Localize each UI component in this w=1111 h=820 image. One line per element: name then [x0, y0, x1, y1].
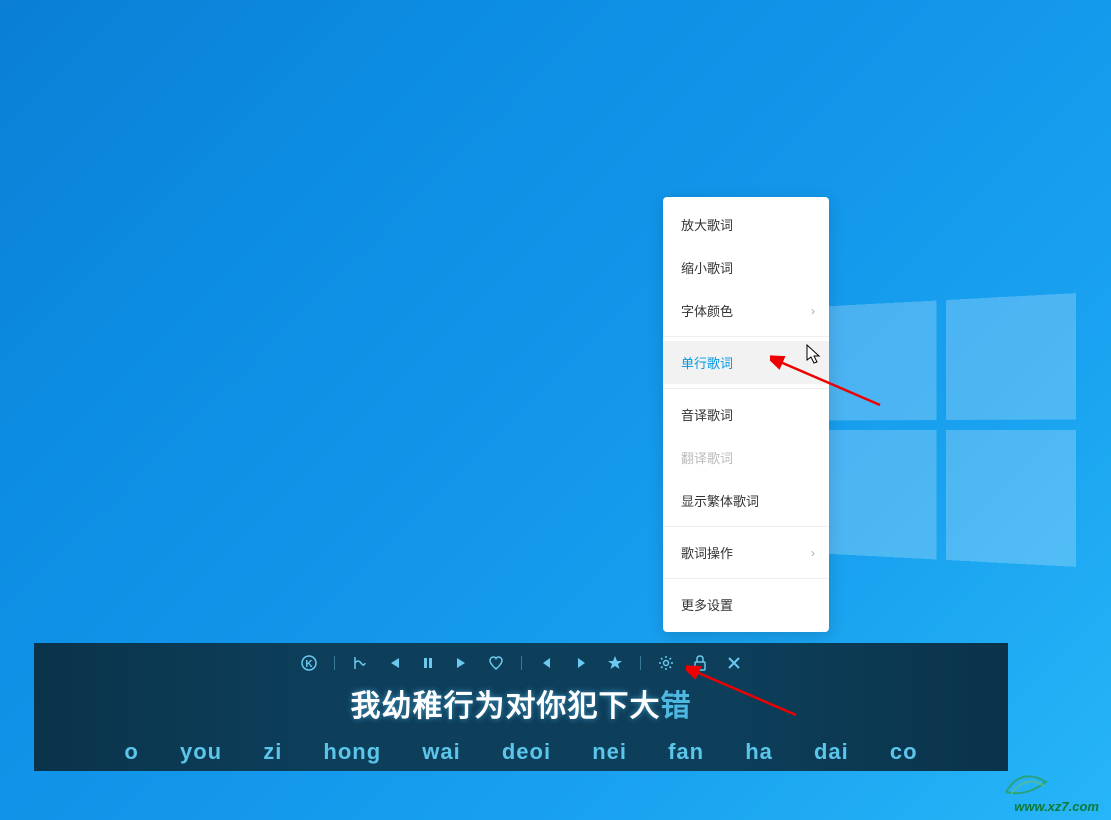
- karaoke-icon[interactable]: [351, 654, 369, 672]
- annotation-arrow: [770, 355, 890, 415]
- toolbar-separator: [521, 656, 522, 670]
- menu-item-label: 歌词操作: [681, 546, 733, 561]
- svg-text:K: K: [305, 659, 313, 670]
- menu-item-label: 放大歌词: [681, 218, 733, 233]
- arrow-right-icon[interactable]: [572, 654, 590, 672]
- lyrics-toolbar: K: [34, 643, 1008, 673]
- menu-item-label: 音译歌词: [681, 408, 733, 423]
- star-icon[interactable]: [606, 654, 624, 672]
- menu-item-label: 缩小歌词: [681, 261, 733, 276]
- lyrics-bar: K: [34, 643, 1008, 771]
- menu-separator: [663, 526, 829, 527]
- lyrics-sung: 我幼稚行为对你犯下大: [351, 690, 661, 723]
- pause-icon[interactable]: [419, 654, 437, 672]
- next-icon[interactable]: [453, 654, 471, 672]
- menu-traditional[interactable]: 显示繁体歌词: [663, 479, 829, 522]
- menu-zoom-in[interactable]: 放大歌词: [663, 203, 829, 246]
- previous-icon[interactable]: [385, 654, 403, 672]
- menu-separator: [663, 336, 829, 337]
- menu-lyrics-ops[interactable]: 歌词操作 ›: [663, 531, 829, 574]
- arrow-left-icon[interactable]: [538, 654, 556, 672]
- watermark-logo-icon: [996, 762, 1056, 802]
- menu-item-label: 翻译歌词: [681, 451, 733, 466]
- gear-icon[interactable]: [657, 654, 675, 672]
- menu-more-settings[interactable]: 更多设置: [663, 583, 829, 626]
- menu-item-label: 更多设置: [681, 598, 733, 613]
- brand-icon[interactable]: K: [300, 654, 318, 672]
- toolbar-separator: [334, 656, 335, 670]
- chevron-right-icon: ›: [811, 304, 815, 318]
- lyrics-main-line: 我幼稚行为对你犯下大错: [34, 681, 1008, 725]
- menu-separator: [663, 578, 829, 579]
- menu-zoom-out[interactable]: 缩小歌词: [663, 246, 829, 289]
- cursor-icon: [806, 344, 824, 366]
- annotation-arrow: [686, 665, 806, 725]
- toolbar-separator: [640, 656, 641, 670]
- windows-logo: [828, 293, 1076, 567]
- heart-icon[interactable]: [487, 654, 505, 672]
- menu-item-label: 字体颜色: [681, 304, 733, 319]
- menu-translation: 翻译歌词: [663, 436, 829, 479]
- lyrics-pinyin-line: o you zi hong wai deoi nei fan ha dai co: [34, 739, 1008, 765]
- menu-item-label: 单行歌词: [681, 356, 733, 371]
- menu-font-color[interactable]: 字体颜色 ›: [663, 289, 829, 332]
- watermark-text: www.xz7.com: [1014, 799, 1099, 814]
- chevron-right-icon: ›: [811, 546, 815, 560]
- menu-item-label: 显示繁体歌词: [681, 494, 759, 509]
